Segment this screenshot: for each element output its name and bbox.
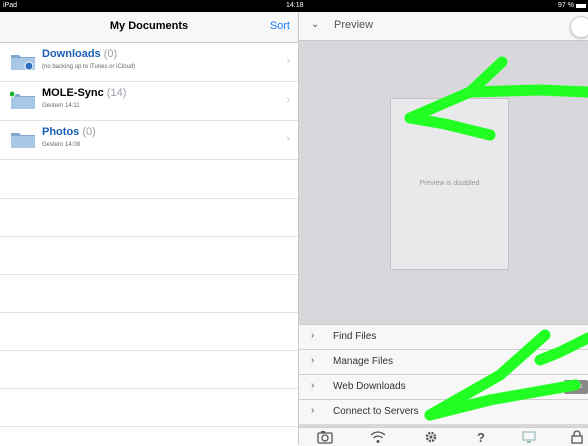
chevron-right-icon: › bbox=[286, 94, 290, 106]
empty-row bbox=[0, 312, 298, 351]
preview-label: Preview bbox=[334, 19, 374, 31]
empty-row bbox=[0, 236, 298, 275]
empty-row bbox=[0, 160, 298, 199]
help-glyph: ? bbox=[477, 430, 485, 444]
preview-header[interactable]: ⌄ Preview bbox=[299, 12, 588, 41]
menu-web-downloads[interactable]: › Web Downloads Sync bbox=[299, 374, 588, 399]
empty-row bbox=[0, 274, 298, 313]
bottom-toolbar: ? bbox=[299, 427, 588, 446]
menu-connect-to-servers[interactable]: › Connect to Servers bbox=[299, 399, 588, 424]
battery-icon bbox=[576, 4, 586, 8]
documents-navbar: My Documents Sort bbox=[0, 12, 298, 43]
chevron-right-icon: › bbox=[311, 380, 315, 391]
lock-icon[interactable] bbox=[569, 430, 585, 444]
empty-row bbox=[0, 198, 298, 237]
preview-disabled-message: Preview is disabled bbox=[419, 180, 480, 187]
menu-find-files[interactable]: › Find Files bbox=[299, 324, 588, 349]
chevron-right-icon: › bbox=[286, 133, 290, 145]
document-name: MOLE-Sync (14) bbox=[42, 87, 127, 99]
page-title: My Documents bbox=[109, 20, 189, 32]
folder-download-icon bbox=[11, 55, 35, 71]
status-bar: iPad 14:18 97 % bbox=[0, 0, 588, 12]
sync-button[interactable]: Sync bbox=[564, 380, 588, 394]
menu-label: Manage Files bbox=[333, 356, 394, 367]
battery-label: 97 % bbox=[558, 2, 574, 9]
preview-toggle[interactable] bbox=[570, 16, 588, 38]
document-row-photos[interactable]: Photos (0) Gestern 14:08 › bbox=[0, 121, 298, 160]
clock: 14:18 bbox=[286, 2, 304, 9]
gear-icon[interactable] bbox=[423, 430, 439, 444]
chevron-right-icon: › bbox=[311, 355, 315, 366]
menu-label: Web Downloads bbox=[333, 381, 406, 392]
document-subtitle: Gestern 14:08 bbox=[42, 142, 81, 148]
chevron-right-icon: › bbox=[311, 405, 315, 416]
folder-sync-icon bbox=[10, 90, 35, 109]
document-name: Photos (0) bbox=[42, 126, 96, 138]
document-row-mole-sync[interactable]: MOLE-Sync (14) Gestern 14:11 › bbox=[0, 82, 298, 121]
chevron-down-icon: ⌄ bbox=[311, 19, 320, 30]
menu-label: Find Files bbox=[333, 331, 377, 342]
display-icon[interactable] bbox=[521, 430, 537, 444]
menu-manage-files[interactable]: › Manage Files bbox=[299, 349, 588, 374]
menu-label: Connect to Servers bbox=[333, 406, 419, 417]
sort-button[interactable]: Sort bbox=[270, 20, 290, 32]
wifi-icon[interactable] bbox=[370, 430, 386, 444]
document-row-downloads[interactable]: Downloads (0) (no backing up to iTunes o… bbox=[0, 43, 298, 82]
empty-row bbox=[0, 350, 298, 389]
chevron-right-icon: › bbox=[286, 55, 290, 67]
chevron-right-icon: › bbox=[311, 330, 315, 341]
camera-icon[interactable] bbox=[317, 430, 333, 444]
document-subtitle: Gestern 14:11 bbox=[42, 103, 80, 109]
documents-panel: My Documents Sort Downloads (0) (no back… bbox=[0, 12, 298, 445]
folder-icon bbox=[11, 133, 35, 148]
preview-area: Preview is disabled bbox=[390, 98, 509, 270]
document-name: Downloads (0) bbox=[42, 48, 118, 60]
device-label: iPad bbox=[3, 2, 18, 9]
help-icon[interactable]: ? bbox=[473, 430, 489, 444]
preview-panel: ⌄ Preview Preview is disabled › Find Fil… bbox=[299, 12, 588, 446]
document-subtitle: (no backing up to iTunes or iCloud) bbox=[42, 64, 136, 70]
empty-row bbox=[0, 388, 298, 427]
